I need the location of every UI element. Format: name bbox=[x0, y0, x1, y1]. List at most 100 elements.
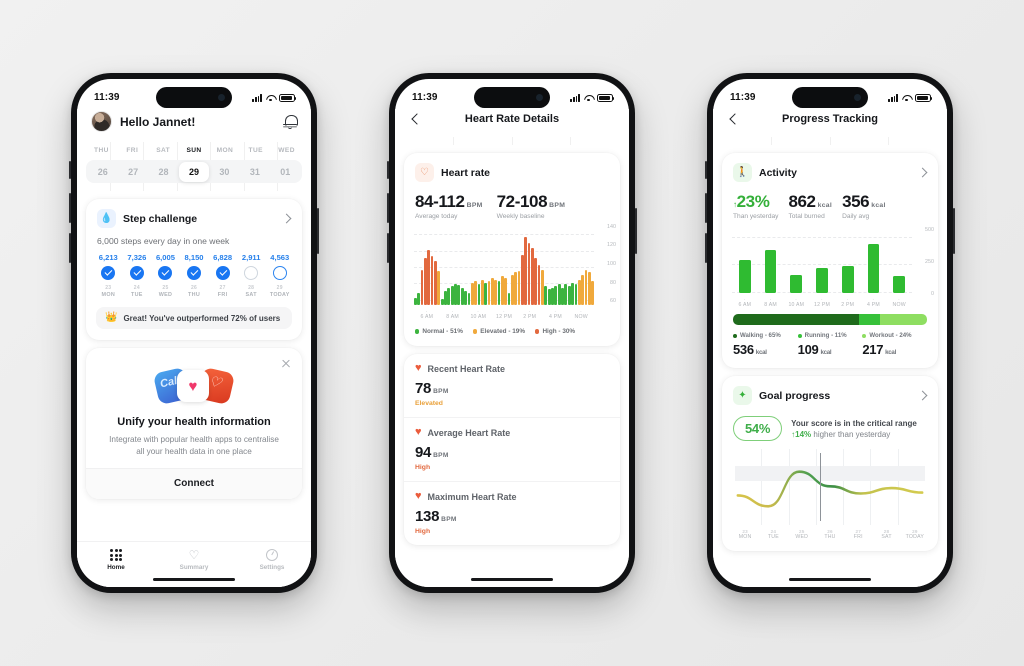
hr-xtick-6: NOW bbox=[574, 314, 588, 320]
hr-bar-31 bbox=[517, 271, 521, 305]
date-1[interactable]: 27 bbox=[118, 162, 148, 182]
date-2[interactable]: 28 bbox=[148, 162, 178, 182]
hr-row-maximum[interactable]: ♥ Maximum Heart Rate 138 BPM High bbox=[404, 481, 620, 545]
step-day-3: THU bbox=[188, 292, 201, 298]
hr-row-maximum-status: High bbox=[415, 528, 431, 535]
heart-rate-list-card[interactable]: ♥ Recent Heart Rate 78 BPM Elevated ♥ Avera… bbox=[404, 354, 620, 545]
hr-bar-18 bbox=[474, 281, 477, 305]
activity-xtick-cell-3: · 12 PM bbox=[814, 297, 831, 308]
date-0[interactable]: 26 bbox=[88, 162, 118, 182]
activity-card-title: Activity bbox=[759, 166, 797, 179]
phone-heart-rate: 11:39 Heart Rate Details ♡ Heart rate 84… bbox=[387, 73, 637, 593]
activity-segment-bar bbox=[733, 314, 927, 325]
mute-switch[interactable] bbox=[387, 161, 389, 179]
tab-summary[interactable]: ♡ Summary bbox=[155, 548, 233, 571]
home-indicator[interactable] bbox=[153, 577, 235, 581]
hr-row-recent[interactable]: ♥ Recent Heart Rate 78 BPM Elevated bbox=[404, 354, 620, 417]
home-scroll[interactable]: Hello Jannet! THU FRI SAT SUN MON TUE WE bbox=[77, 109, 311, 587]
date-3-selected[interactable]: 29 bbox=[178, 161, 210, 182]
mute-switch[interactable] bbox=[705, 161, 707, 179]
legend-normal-label: Normal - 51% bbox=[422, 328, 463, 335]
dynamic-island bbox=[156, 87, 232, 108]
connect-button[interactable]: Connect bbox=[86, 467, 302, 499]
chevron-right-icon[interactable] bbox=[917, 391, 927, 401]
hr-bar-44 bbox=[561, 287, 564, 305]
hr-bar-24 bbox=[494, 279, 497, 305]
mute-switch[interactable] bbox=[69, 161, 71, 179]
power-button[interactable] bbox=[635, 208, 637, 254]
date-6[interactable]: 01 bbox=[270, 162, 300, 182]
activity-xtick-cell-0: · 6 AM bbox=[738, 297, 752, 308]
hr-bar-10 bbox=[447, 287, 451, 305]
hr-bar-20 bbox=[480, 279, 484, 305]
date-5[interactable]: 31 bbox=[240, 162, 270, 182]
hr-bar-22 bbox=[487, 281, 491, 305]
hr-bar-4 bbox=[427, 249, 431, 305]
hr-bar-1 bbox=[417, 292, 421, 305]
hr-bar-23 bbox=[490, 277, 494, 305]
step-value-4: 6,828 bbox=[213, 253, 233, 262]
progress-scroll[interactable]: Progress Tracking 🚶 Activity ↑23% Than y… bbox=[713, 109, 947, 587]
date-4[interactable]: 30 bbox=[209, 162, 239, 182]
hr-bar-6 bbox=[434, 261, 437, 305]
home-indicator[interactable] bbox=[789, 577, 871, 581]
chevron-right-icon[interactable] bbox=[917, 168, 927, 178]
goal-card-header[interactable]: ✦ Goal progress bbox=[722, 376, 938, 413]
step-card-header[interactable]: 💧 Step challenge bbox=[86, 199, 302, 236]
goal-chart-marker bbox=[820, 453, 822, 521]
activity-bar-cell-3 bbox=[809, 231, 835, 293]
step-value-6: 4,563 bbox=[270, 253, 290, 262]
avatar[interactable] bbox=[91, 111, 112, 132]
hr-xtick-0: 6 AM bbox=[420, 314, 434, 320]
activity-bar-cell-1 bbox=[758, 231, 784, 293]
hr-row-average[interactable]: ♥ Average Heart Rate 94 BPM High bbox=[404, 417, 620, 481]
hr-kpi-baseline-unit: BPM bbox=[549, 202, 566, 209]
goal-score-delta: 14% bbox=[795, 429, 812, 439]
notification-bell-icon[interactable] bbox=[283, 114, 298, 130]
tab-settings[interactable]: Settings bbox=[233, 548, 311, 571]
activity-card-header[interactable]: 🚶 Activity bbox=[722, 153, 938, 190]
hr-bar-2 bbox=[420, 269, 424, 305]
power-button[interactable] bbox=[953, 208, 955, 254]
back-icon[interactable] bbox=[726, 111, 742, 127]
step-dot-5-incomplete bbox=[244, 266, 259, 280]
hr-row-recent-status: Elevated bbox=[415, 400, 443, 407]
activity-card[interactable]: 🚶 Activity ↑23% Than yesterday 862kcal bbox=[722, 153, 938, 368]
goal-line-chart bbox=[731, 449, 929, 525]
back-icon[interactable] bbox=[408, 111, 424, 127]
status-time: 11:39 bbox=[94, 92, 120, 103]
segment-walking bbox=[733, 314, 860, 325]
tab-home[interactable]: Home bbox=[77, 548, 155, 571]
goal-progress-card[interactable]: ✦ Goal progress 54% Your score is in the… bbox=[722, 376, 938, 551]
hr-bar-30 bbox=[514, 272, 518, 305]
breakdown-workout-kcal: 217 bbox=[862, 342, 884, 357]
step-daynum-0: 23 bbox=[105, 285, 112, 291]
hr-bar-3 bbox=[424, 258, 427, 305]
step-value-1: 7,326 bbox=[127, 253, 147, 262]
breakdown-running: Running - 11% 109 kcal bbox=[797, 332, 863, 357]
heart-filled-icon: ♥ bbox=[415, 362, 422, 374]
hr-bar-35 bbox=[531, 248, 534, 305]
cellular-signal-icon bbox=[570, 93, 580, 102]
breakdown-running-label: Running - 11% bbox=[804, 332, 847, 339]
power-button[interactable] bbox=[317, 208, 319, 254]
activity-kpi-avg: 356 kcal Daily avg bbox=[842, 192, 886, 220]
unify-health-card[interactable]: Unify your health information Integrate … bbox=[86, 348, 302, 499]
home-indicator[interactable] bbox=[471, 577, 553, 581]
step-challenge-card[interactable]: 💧 Step challenge 6,000 steps every day i… bbox=[86, 199, 302, 340]
hr-scroll[interactable]: Heart Rate Details ♡ Heart rate 84-112 B… bbox=[395, 109, 629, 587]
hr-xtick-cell-0: · 6 AM bbox=[420, 309, 434, 320]
page-title: Heart Rate Details bbox=[464, 113, 560, 125]
date-selector[interactable]: 26 27 28 29 30 31 01 bbox=[86, 160, 302, 183]
step-day-labels: 23 MON 24 TUE 25 WED 26 THU 27 FRI 28 SAT 29 TO… bbox=[86, 282, 302, 307]
hr-bar-7 bbox=[437, 271, 441, 305]
hr-bar-14 bbox=[460, 287, 464, 305]
goal-xtick-0: MON bbox=[738, 534, 752, 540]
chevron-right-icon[interactable] bbox=[281, 214, 291, 224]
heart-rate-chart-card[interactable]: ♡ Heart rate 84-112 BPM Average today 72-… bbox=[404, 153, 620, 346]
hr-kpi-average-unit: BPM bbox=[466, 202, 483, 209]
step-day-1: TUE bbox=[131, 292, 143, 298]
wifi-icon bbox=[266, 94, 275, 102]
weekday-labels: THU FRI SAT SUN MON TUE WED bbox=[86, 142, 302, 160]
screen-home: 11:39 Hello Jannet! THU FRI SAT SUN MON … bbox=[77, 79, 311, 587]
